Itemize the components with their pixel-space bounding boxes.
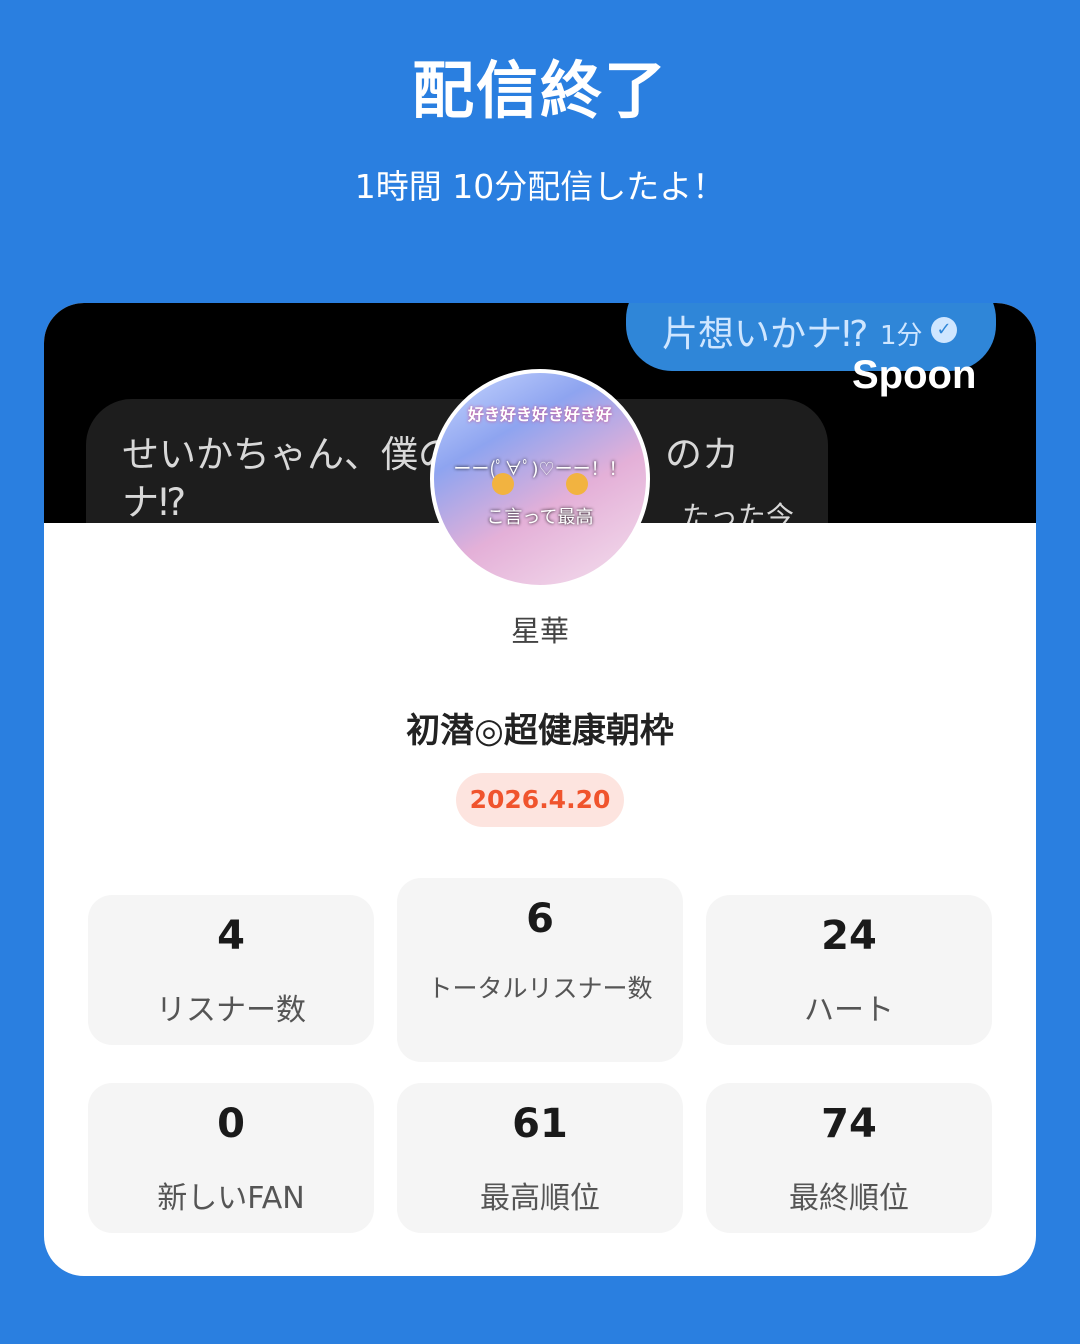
stat-best-rank: 61 最高順位 [397,1083,683,1233]
stat-final-rank: 74 最終順位 [706,1083,992,1233]
stream-title: 初潜◎超健康朝枠 [406,711,674,751]
stat-value: 6 [526,896,554,942]
stat-label: トータルリスナー数 [427,974,653,1003]
stat-label: 新しいFAN [157,1181,305,1216]
chat-message-time: たった今 [682,500,795,523]
stat-value: 61 [512,1101,568,1147]
stat-label: 最終順位 [789,1181,909,1216]
stream-duration: 1時間 10分配信したよ！ [354,167,726,206]
avatar-eye [566,473,588,495]
page-title: 配信終了 [411,54,668,127]
stat-value: 0 [217,1101,245,1147]
avatar-eye [492,473,514,495]
stat-total-listeners: 6 トータルリスナー数 [397,878,683,1062]
stat-new-fans: 0 新しいFAN [88,1083,374,1233]
stat-value: 74 [821,1101,877,1147]
stat-label: ハート [804,993,894,1028]
stat-label: 最高順位 [480,1181,600,1216]
chat-message-text: 片想いかナ⁉ [662,314,869,355]
stat-label: リスナー数 [156,993,306,1028]
avatar-overlay-text: こ言って最高 [486,507,594,528]
avatar-overlay-text: ーー(ﾟ∀ﾟ)♡ーー！！ [453,459,627,480]
chat-message-time: 1分 [880,321,923,351]
avatar-overlay-text: 好き好き好き好き好 [467,405,612,424]
stat-listeners: 4 リスナー数 [88,895,374,1045]
summary-card: 片想いかナ⁉ 1分 ✓ Spoon せいかちゃん、僕の のカ ナ⁉ たった今 好き… [44,303,1036,1276]
username: 星華 [510,614,569,648]
stat-hearts: 24 ハート [706,895,992,1045]
stat-value: 4 [217,913,245,959]
date-badge: 2026.4.20 [456,773,624,827]
avatar[interactable]: 好き好き好き好き好 ーー(ﾟ∀ﾟ)♡ーー！！ こ言って最高 [430,369,650,589]
spoon-logo: Spoon [852,353,977,397]
stat-value: 24 [821,913,877,959]
check-icon: ✓ [931,317,957,343]
